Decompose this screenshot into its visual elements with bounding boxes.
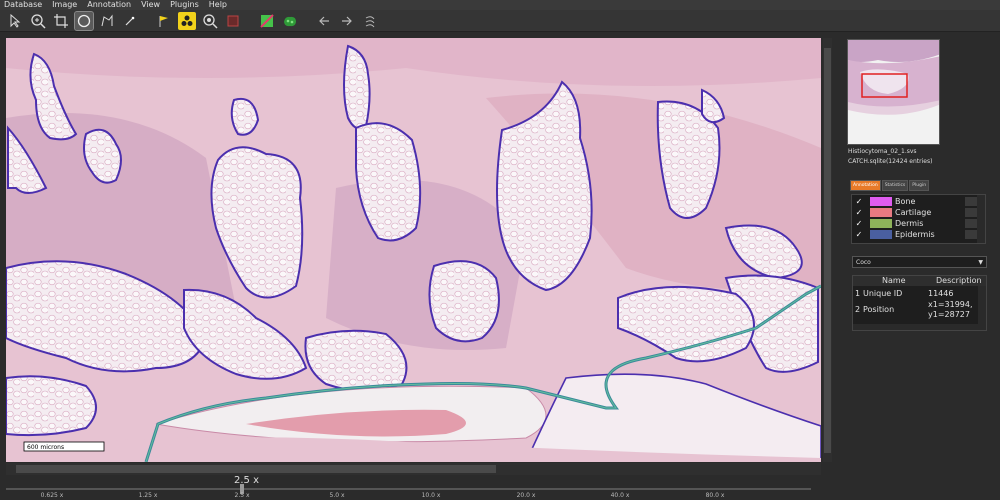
toolbar [0, 10, 1000, 32]
property-name: Unique ID [863, 289, 903, 298]
dataset-value: Coco [856, 259, 871, 266]
tab-plugin[interactable]: Plugin [909, 180, 930, 191]
menu-view[interactable]: View [141, 0, 160, 10]
radiation-icon[interactable] [178, 11, 196, 30]
class-list: ✓ Bone ✓ Cartilage ✓ Dermis ✓ Epidermis [851, 194, 986, 244]
class-color-swatch [870, 218, 892, 228]
class-name: Cartilage [895, 207, 932, 217]
row-index: 1 [855, 289, 861, 298]
zoom-level: 2.5 x [234, 475, 259, 486]
zoom-tick: 2.5 x [234, 492, 250, 499]
class-name: Bone [895, 196, 916, 206]
vertical-scrollbar[interactable] [823, 38, 832, 462]
slide-image: 600 microns [6, 38, 821, 462]
properties-table: Name Description 1 Unique ID 11446 2 Pos… [852, 275, 987, 331]
class-checkbox[interactable]: ✓ [852, 219, 866, 228]
class-color-swatch [870, 229, 892, 239]
column-header-name[interactable]: Name [882, 276, 906, 286]
database-name: CATCH.sqlite(12424 entries) [848, 158, 933, 165]
scroll-thumb[interactable] [16, 465, 496, 473]
class-color-swatch [870, 207, 892, 217]
zoom-tool-icon[interactable] [29, 12, 47, 30]
menu-help[interactable]: Help [209, 0, 227, 10]
zoom-tick: 80.0 x [705, 492, 725, 499]
menu-plugins[interactable]: Plugins [170, 0, 199, 10]
menu-image[interactable]: Image [52, 0, 77, 10]
row-index: 2 [855, 305, 861, 314]
property-value: y1=28727 [928, 310, 970, 319]
circle-tool-icon[interactable] [74, 10, 94, 31]
wand-icon[interactable] [121, 12, 139, 30]
class-row-bone[interactable]: ✓ Bone [852, 196, 987, 206]
zoom-tick: 0.625 x [40, 492, 64, 499]
class-row-epidermis[interactable]: ✓ Epidermis [852, 229, 987, 239]
sidebar: Histiocytoma_02_1.svs CATCH.sqlite(12424… [840, 34, 1000, 500]
menu-annotation[interactable]: Annotation [87, 0, 131, 10]
menu-bar: Database Image Annotation View Plugins H… [0, 0, 1000, 10]
rotate-icon[interactable] [361, 12, 379, 30]
zoom-tick: 5.0 x [329, 492, 345, 499]
polygon-tool-icon[interactable] [98, 12, 116, 30]
zoom-slider[interactable]: 2.5 x 0.625 x 1.25 x 2.5 x 5.0 x 10.0 x … [0, 475, 820, 500]
chevron-down-icon: ▼ [978, 259, 983, 266]
property-value: 11446 [928, 289, 954, 298]
class-name: Epidermis [895, 229, 935, 239]
property-value: x1=31994, [928, 300, 973, 309]
class-row-dermis[interactable]: ✓ Dermis [852, 218, 987, 228]
annotation-polygon [428, 260, 500, 343]
panel-tabs: Annotation Statistics Plugin [850, 180, 930, 191]
class-checkbox[interactable]: ✓ [852, 230, 866, 239]
zoom-tick: 20.0 x [516, 492, 536, 499]
magnify-icon[interactable] [201, 12, 219, 30]
class-name: Dermis [895, 218, 924, 228]
toolbar-separator [304, 12, 310, 30]
green-square-icon[interactable] [258, 12, 276, 30]
toolbar-separator [247, 12, 253, 30]
crop-icon[interactable] [52, 12, 70, 30]
zoom-track[interactable] [6, 488, 811, 490]
class-checkbox[interactable]: ✓ [852, 197, 866, 206]
zoom-ticks: 0.625 x 1.25 x 2.5 x 5.0 x 10.0 x 20.0 x… [0, 492, 820, 500]
class-checkbox[interactable]: ✓ [852, 208, 866, 217]
class-list-scrollbar[interactable] [977, 195, 985, 243]
properties-vertical-scrollbar[interactable] [978, 286, 986, 326]
dataset-select[interactable]: Coco ▼ [852, 256, 987, 268]
file-name: Histiocytoma_02_1.svs [848, 148, 917, 155]
annotation-polygon [6, 375, 97, 437]
class-color-swatch [870, 196, 892, 206]
slide-viewer[interactable]: 600 microns [6, 38, 821, 462]
scale-bar-label: 600 microns [27, 444, 64, 451]
flag-icon[interactable] [155, 12, 173, 30]
zoom-tick: 1.25 x [138, 492, 158, 499]
zoom-tick: 10.0 x [421, 492, 441, 499]
overview-thumbnail[interactable] [847, 39, 940, 145]
class-row-cartilage[interactable]: ✓ Cartilage [852, 207, 987, 217]
tab-statistics[interactable]: Statistics [881, 180, 909, 191]
horizontal-scrollbar[interactable] [6, 463, 821, 475]
arrow-right-icon[interactable] [338, 12, 356, 30]
arrow-left-icon[interactable] [315, 12, 333, 30]
table-header: Name Description [853, 276, 986, 286]
menu-database[interactable]: Database [4, 0, 42, 10]
file-info: Histiocytoma_02_1.svs CATCH.sqlite(12424… [848, 147, 932, 167]
green-blob-icon[interactable] [281, 12, 299, 30]
scroll-thumb[interactable] [824, 48, 831, 453]
tab-annotation[interactable]: Annotation [850, 180, 881, 191]
zoom-tick: 40.0 x [610, 492, 630, 499]
pointer-icon[interactable] [6, 12, 24, 30]
column-header-description[interactable]: Description [936, 276, 982, 286]
color-square-icon[interactable] [224, 12, 242, 30]
toolbar-separator [144, 12, 150, 30]
properties-horizontal-scrollbar[interactable] [853, 324, 986, 330]
property-name: Position [863, 305, 895, 314]
